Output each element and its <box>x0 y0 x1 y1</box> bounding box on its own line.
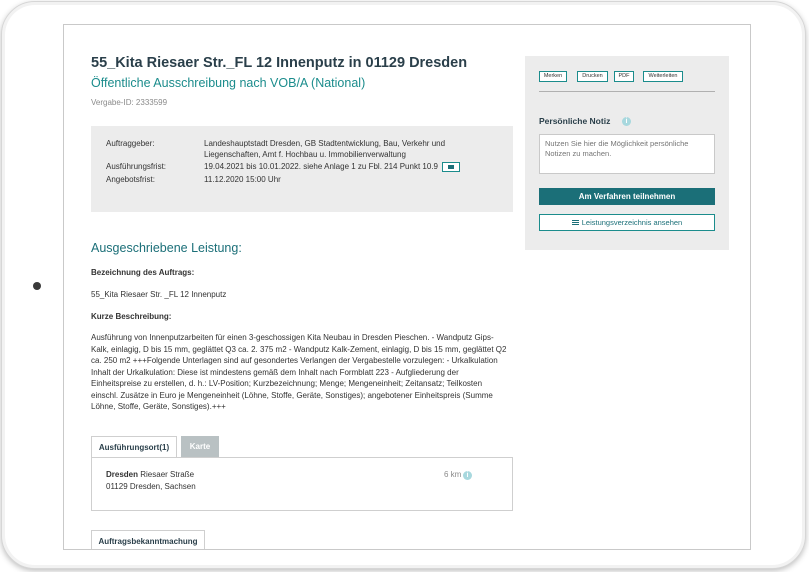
page-title: 55_Kita Riesaer Str._FL 12 Innenputz in … <box>91 55 468 71</box>
location-city: Dresden <box>106 470 139 479</box>
location-panel: Dresden Riesaer Straße 01129 Dresden, Sa… <box>91 457 513 511</box>
angebot-value: 11.12.2020 15:00 Uhr <box>204 175 281 184</box>
pdf-button[interactable]: PDF <box>614 71 634 82</box>
location-distance: 6 km <box>444 470 462 479</box>
leistungsverzeichnis-label: Leistungsverzeichnis ansehen <box>581 218 683 227</box>
drucken-button[interactable]: Drucken <box>577 71 608 82</box>
auftraggeber-value: Landeshauptstadt Dresden, GB Stadtentwic… <box>204 138 504 160</box>
auftraggeber-line2: Liegenschaften, Amt f. Hochbau u. Immobi… <box>204 150 406 159</box>
kurz-beschreibung: Ausführung von Innenputzarbeiten für ein… <box>91 333 507 411</box>
info-icon[interactable]: i <box>463 471 472 480</box>
screen: 55_Kita Riesaer Str._FL 12 Innenputz in … <box>63 24 751 550</box>
section-title-leistung: Ausgeschriebene Leistung: <box>91 241 242 255</box>
location-address: Dresden Riesaer Straße <box>106 470 194 479</box>
auftraggeber-label: Auftraggeber: <box>106 139 155 148</box>
auftraggeber-line1: Landeshauptstadt Dresden, GB Stadtentwic… <box>204 139 446 148</box>
tablet-frame: 55_Kita Riesaer Str._FL 12 Innenputz in … <box>1 1 806 569</box>
tab-auftragsbekanntmachung[interactable]: Auftragsbekanntmachung <box>91 530 205 549</box>
camera-dot <box>33 282 41 290</box>
kurz-label: Kurze Beschreibung: <box>91 312 172 321</box>
notiz-info-icon[interactable]: i <box>622 117 631 126</box>
location-zip: 01129 Dresden, Sachsen <box>106 482 196 491</box>
leistungsverzeichnis-button[interactable]: Leistungsverzeichnis ansehen <box>539 214 715 231</box>
bezeichnung-value: 55_Kita Riesaer Str. _FL 12 Innenputz <box>91 290 227 299</box>
frist-label: Ausführungsfrist: <box>106 162 167 171</box>
tab-ausfuehrungsort[interactable]: Ausführungsort(1) <box>91 436 177 458</box>
teilnehmen-button[interactable]: Am Verfahren teilnehmen <box>539 188 715 205</box>
info-box: Auftraggeber: Landeshauptstadt Dresden, … <box>91 126 513 212</box>
sidebar: Merken Drucken PDF Weiterleiten Persönli… <box>525 56 729 250</box>
tab-karte[interactable]: Karte <box>181 436 219 458</box>
vergabe-id: Vergabe-ID: 2333599 <box>91 98 168 107</box>
page-subtitle: Öffentliche Ausschreibung nach VOB/A (Na… <box>91 76 366 90</box>
notiz-title: Persönliche Notiz <box>539 116 610 126</box>
bezeichnung-label: Bezeichnung des Auftrags: <box>91 268 195 277</box>
notiz-input[interactable] <box>539 134 715 174</box>
frist-value-wrap: 19.04.2021 bis 10.01.2022. siehe Anlage … <box>204 161 524 172</box>
list-icon <box>571 220 579 225</box>
calendar-icon[interactable] <box>441 161 460 172</box>
frist-value: 19.04.2021 bis 10.01.2022. siehe Anlage … <box>204 162 438 171</box>
weiterleiten-button[interactable]: Weiterleiten <box>643 71 683 82</box>
divider <box>539 91 715 92</box>
notiz-title-text: Persönliche Notiz <box>539 116 611 126</box>
angebot-label: Angebotsfrist: <box>106 175 155 184</box>
location-street: Riesaer Straße <box>140 470 195 479</box>
merken-button[interactable]: Merken <box>539 71 567 82</box>
